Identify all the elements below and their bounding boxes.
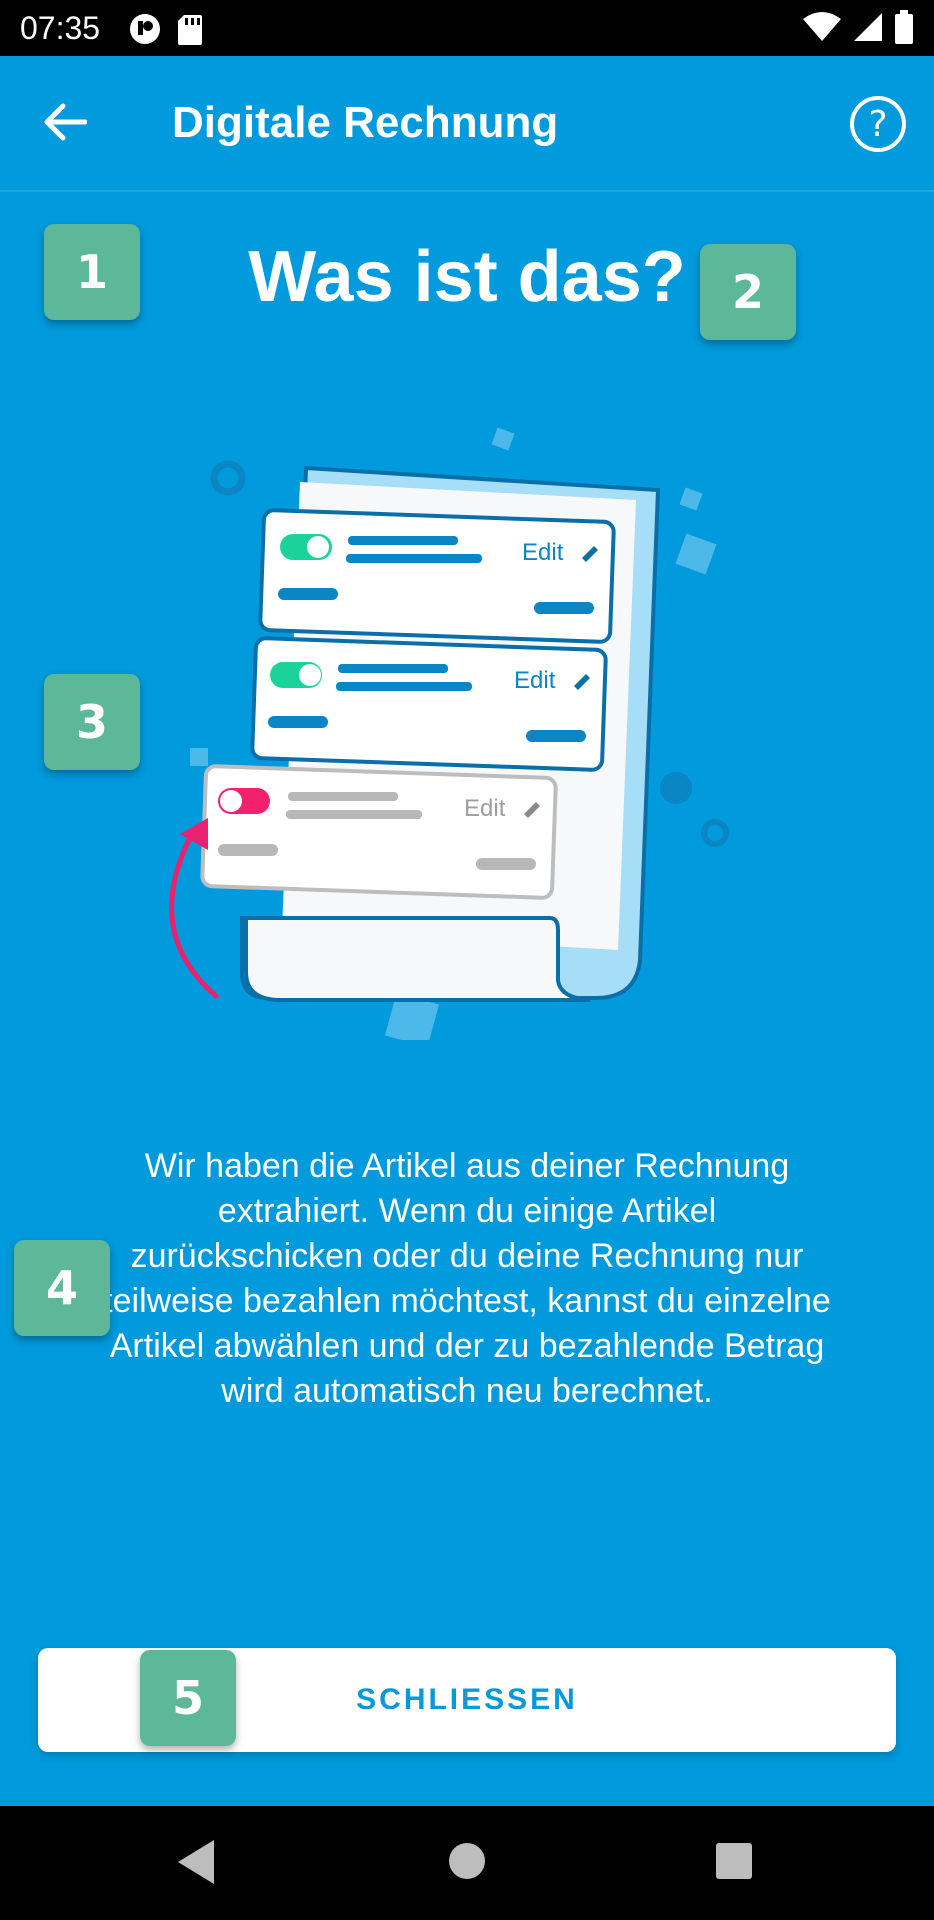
annotation-badge: 2 — [700, 244, 796, 340]
deco-dot — [660, 772, 692, 804]
deco-square — [679, 487, 703, 511]
wifi-icon — [803, 12, 841, 41]
app-bar: Digitale Rechnung ? — [0, 56, 934, 192]
nav-back-icon[interactable] — [178, 1840, 214, 1884]
deco-square — [491, 427, 515, 451]
system-nav-bar — [0, 1806, 934, 1920]
nav-home-icon[interactable] — [449, 1843, 485, 1879]
annotation-badge: 1 — [44, 224, 140, 320]
help-button[interactable]: ? — [850, 96, 906, 152]
annotation-badge: 4 — [14, 1240, 110, 1336]
edit-label: Edit — [522, 539, 564, 566]
status-time: 07:35 — [20, 10, 101, 46]
deco-square — [675, 533, 717, 575]
help-icon: ? — [868, 103, 888, 145]
receipt-curl — [244, 916, 591, 1002]
annotation-badge: 3 — [44, 674, 140, 770]
deco-square — [190, 748, 208, 766]
edit-label: Edit — [514, 667, 556, 694]
notification-icon — [130, 14, 160, 44]
page-title: Digitale Rechnung — [172, 98, 559, 147]
invoice-illustration: Edit Edit Edit — [169, 427, 729, 1040]
battery-icon — [895, 10, 913, 44]
annotation-badge: 5 — [140, 1650, 236, 1746]
description-text: Wir haben die Artikel aus deiner Rechnun… — [103, 1147, 831, 1410]
sd-card-icon — [178, 15, 202, 45]
deco-circle — [210, 460, 246, 496]
status-bar: 07:35 — [0, 0, 934, 56]
nav-recents-icon[interactable] — [716, 1843, 752, 1879]
deco-circle — [701, 819, 729, 847]
arrow-left-icon — [44, 103, 87, 141]
back-button[interactable] — [36, 96, 94, 148]
signal-icon — [854, 13, 882, 41]
edit-label: Edit — [464, 795, 506, 822]
item-card-2: Edit — [250, 636, 608, 772]
item-card-1: Edit — [258, 508, 616, 644]
item-card-3: Edit — [200, 764, 558, 900]
